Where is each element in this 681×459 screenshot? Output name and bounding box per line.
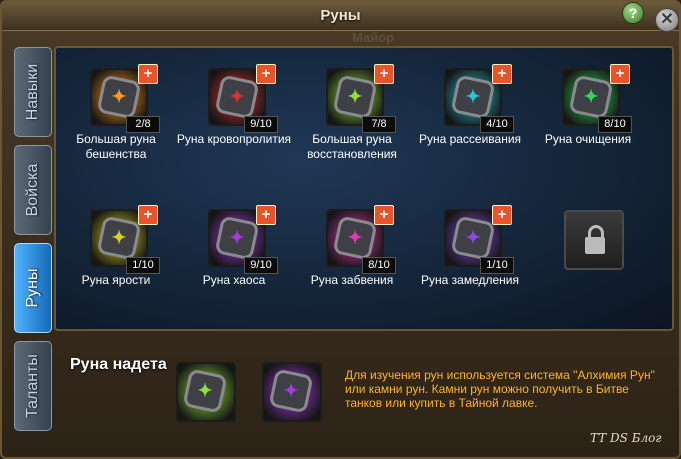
rune-glyph: ✦: [450, 215, 496, 261]
rune-level: 1/10: [480, 257, 514, 274]
upgrade-plus-button[interactable]: +: [492, 205, 512, 225]
rune-level: 2/8: [126, 116, 160, 133]
rune-glyph: ✦: [450, 74, 496, 120]
tab-skills[interactable]: Навыки: [14, 47, 52, 137]
padlock-body: [585, 237, 605, 254]
rune-card[interactable]: ✦ +8/10 Руна забвения: [292, 189, 412, 319]
upgrade-plus-button[interactable]: +: [256, 205, 276, 225]
rune-glyph: ✦: [268, 368, 314, 414]
rune-name: Руна очищения: [544, 132, 632, 146]
rune-name: Руна ярости: [81, 273, 151, 287]
rune-card[interactable]: ✦ +9/10 Руна кровопролития: [174, 48, 294, 178]
rune-level: 9/10: [244, 257, 278, 274]
tab-talents[interactable]: Таланты: [14, 341, 52, 431]
rune-card[interactable]: ✦ +8/10 Руна очищения: [528, 48, 648, 178]
rune-glyph: ✦: [96, 215, 142, 261]
equipped-label: Руна надета: [70, 356, 167, 373]
rune-level: 1/10: [126, 257, 160, 274]
rune-glyph: ✦: [182, 368, 228, 414]
rune-name: Руна кровопролития: [176, 132, 292, 146]
upgrade-plus-button[interactable]: +: [374, 205, 394, 225]
rune-card[interactable]: ✦ +2/8 Большая руна бешенства: [56, 48, 176, 178]
tab-troops[interactable]: Войска: [14, 145, 52, 235]
rune-name: Руна рассеивания: [418, 132, 522, 146]
rune-grid-panel: ✦ +2/8 Большая руна бешенства ✦ +9/10 Руна кр…: [54, 46, 674, 331]
help-button[interactable]: ?: [622, 2, 644, 24]
rune-glyph: ✦: [332, 215, 378, 261]
tab-label: Руны: [24, 268, 41, 308]
tab-label: Таланты: [24, 354, 41, 418]
padlock-icon: [564, 210, 624, 270]
upgrade-plus-button[interactable]: +: [374, 64, 394, 84]
rune-glyph: ✦: [96, 74, 142, 120]
watermark: TT DS Блог: [590, 431, 662, 445]
rune-name: Руна замедления: [421, 273, 519, 287]
rune-glyph: ✦: [568, 74, 614, 120]
info-text: Для изучения рун используется система "А…: [345, 368, 655, 410]
rune-glyph: ✦: [332, 74, 378, 120]
rune-level: 8/10: [362, 257, 396, 274]
tab-runes[interactable]: Руны: [14, 243, 52, 333]
rune-level: 8/10: [598, 116, 632, 133]
rune-card[interactable]: ✦ +4/10 Руна рассеивания: [410, 48, 530, 178]
rune-level: 9/10: [244, 116, 278, 133]
upgrade-plus-button[interactable]: +: [492, 64, 512, 84]
tab-label: Войска: [24, 163, 41, 217]
rune-card[interactable]: ✦ +1/10 Руна ярости: [56, 189, 176, 319]
equipped-chaos-rune-icon[interactable]: ✦: [262, 362, 322, 422]
rune-glyph: ✦: [214, 215, 260, 261]
close-button[interactable]: ✕: [655, 8, 679, 32]
rune-name: Большая руна восстановления: [307, 132, 397, 161]
rune-name: Руна хаоса: [202, 273, 266, 287]
window-title: Руны: [320, 7, 361, 24]
rune-name: Руна забвения: [310, 273, 394, 287]
equipped-restoration-rune-icon[interactable]: ✦: [176, 362, 236, 422]
upgrade-plus-button[interactable]: +: [610, 64, 630, 84]
background-ghost-text: Майор: [352, 30, 395, 45]
rune-name: Большая руна бешенства: [76, 132, 156, 161]
upgrade-plus-button[interactable]: +: [138, 205, 158, 225]
upgrade-plus-button[interactable]: +: [256, 64, 276, 84]
tab-label: Навыки: [24, 63, 41, 121]
equipped-section: Руна надета Для изучения рун используетс…: [54, 334, 674, 452]
upgrade-plus-button[interactable]: +: [138, 64, 158, 84]
rune-glyph: ✦: [214, 74, 260, 120]
title-bar: Руны ? ✕: [2, 2, 679, 32]
runes-window: Руны ? ✕ Майор Навыки Войска Руны Талант…: [0, 0, 681, 459]
rune-card[interactable]: ✦ +9/10 Руна хаоса: [174, 189, 294, 319]
rune-level: 7/8: [362, 116, 396, 133]
rune-card[interactable]: ✦ +7/8 Большая руна восстановления: [292, 48, 412, 178]
rune-card[interactable]: ✦ +1/10 Руна замедления: [410, 189, 530, 319]
rune-level: 4/10: [480, 116, 514, 133]
